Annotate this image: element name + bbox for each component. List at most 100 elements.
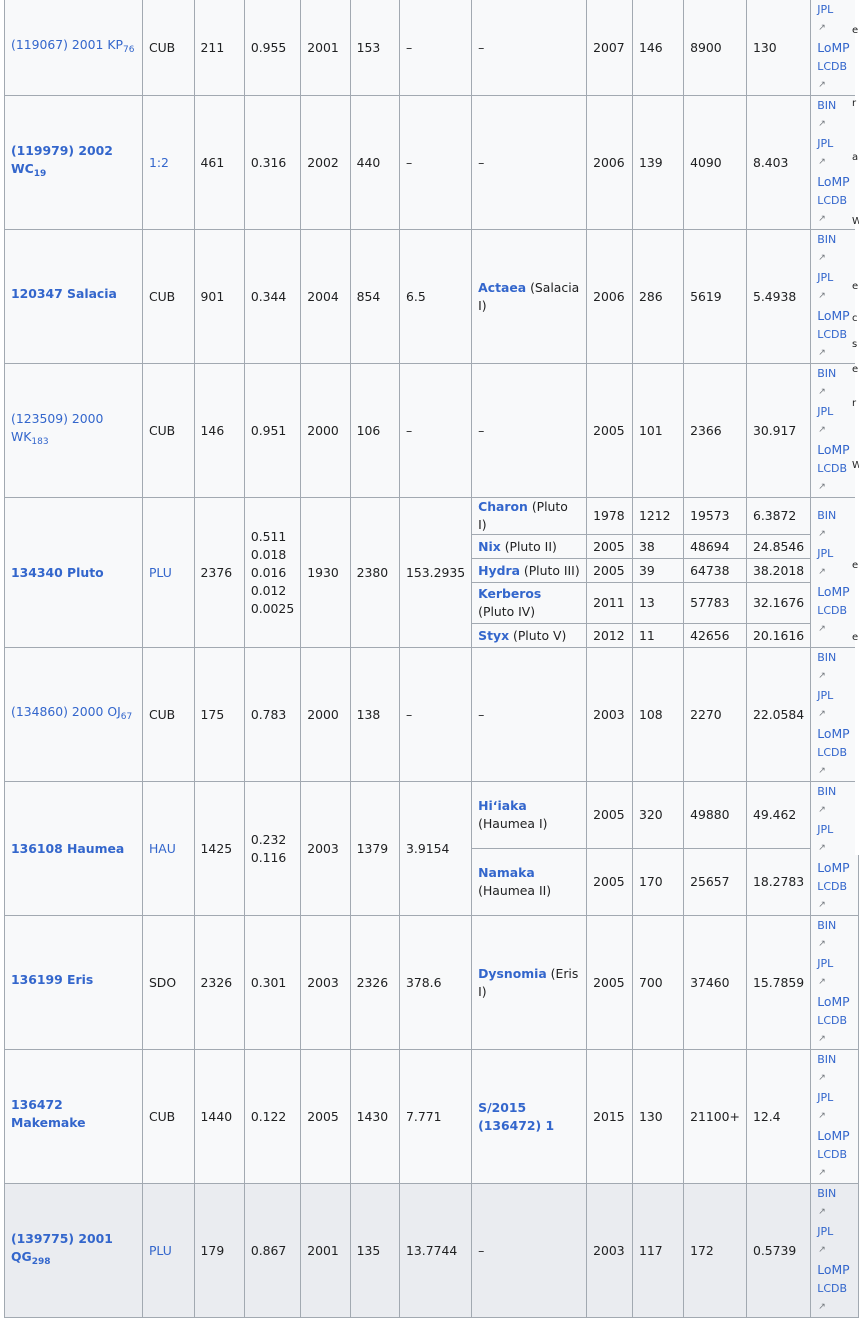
external-link[interactable]: LoMP (817, 306, 852, 325)
moon-year-cell: 2012 (586, 623, 633, 648)
mass-cell: 153.2935 (399, 497, 473, 648)
moon-name-link[interactable]: Kerberos (478, 586, 541, 601)
ext-link-row: BIN ↗ (817, 1185, 852, 1223)
moon-name-link[interactable]: Hydra (478, 563, 520, 578)
diameter-cell: 211 (193, 0, 245, 96)
mass-cell-text: 378.6 (406, 974, 442, 990)
object-name-link[interactable]: 136108 Haumea (11, 841, 124, 856)
external-link[interactable]: LCDB (817, 1145, 852, 1164)
object-name-cell: (139775) 2001 QG298 (4, 1183, 143, 1318)
external-link-label: LCDB (817, 746, 848, 759)
external-link[interactable]: LCDB (817, 459, 852, 478)
diameter-alt-cell: 138 (349, 647, 401, 782)
diameter-alt-cell: 1379 (349, 781, 401, 916)
moon-name-cell: – (471, 95, 588, 230)
external-link-icon: ↗ (818, 843, 826, 853)
object-name-text: 136199 Eris (11, 972, 94, 987)
object-name-link[interactable]: (139775) 2001 QG298 (11, 1231, 113, 1267)
object-name-link[interactable]: 136199 Eris (11, 972, 93, 987)
object-name-link[interactable]: (119067) 2001 KP76 (11, 37, 134, 55)
external-link[interactable]: LoMP (817, 440, 852, 459)
external-link[interactable]: JPL (817, 820, 852, 839)
albedo-cell: 0.232 0.116 (243, 781, 302, 916)
external-link[interactable]: JPL (817, 402, 852, 421)
external-link[interactable]: LoMP (817, 724, 852, 743)
class-cell: CUB (141, 647, 195, 782)
external-link[interactable]: JPL (817, 1222, 852, 1241)
moon-sma-cell: 8900 (683, 0, 747, 96)
object-name-link[interactable]: 120347 Salacia (11, 286, 117, 301)
object-name-link[interactable]: (119979) 2002 WC19 (11, 143, 113, 179)
external-link[interactable]: JPL (817, 544, 852, 563)
moon-name-link[interactable]: Dysnomia (478, 966, 547, 981)
external-link[interactable]: LoMP (817, 38, 852, 57)
object-name-cell: 136472 Makemake (4, 1049, 143, 1184)
object-name-link[interactable]: 136472 Makemake (11, 1097, 86, 1130)
external-link[interactable]: LoMP (817, 172, 852, 191)
moon-name-link[interactable]: Namaka (478, 865, 535, 880)
external-link[interactable]: BIN (817, 1051, 852, 1070)
external-link[interactable]: BIN (817, 917, 852, 936)
object-name-link[interactable]: 134340 Pluto (11, 565, 104, 580)
external-link[interactable]: LCDB (817, 1279, 852, 1298)
clipped-letter: a (852, 152, 859, 163)
external-link[interactable]: JPL (817, 1088, 852, 1107)
external-link[interactable]: BIN (817, 1185, 852, 1204)
moon-sma-cell: 64738 (683, 558, 747, 583)
moon-name-link[interactable]: Actaea (478, 280, 526, 295)
albedo-value: 0.0025 (250, 600, 295, 616)
external-link[interactable]: BIN (817, 783, 852, 802)
dynamical-class[interactable]: PLU (149, 565, 172, 580)
moon-name-cell: Nix (Pluto II) (471, 534, 588, 559)
moon-diameter-cell-text: 108 (638, 706, 663, 722)
external-link-label: JPL (817, 689, 834, 702)
external-link-label: JPL (817, 823, 834, 836)
external-link[interactable]: LCDB (817, 877, 852, 896)
external-link[interactable]: LCDB (817, 601, 852, 620)
moon-name-link[interactable]: S/2015 (136472) 1 (478, 1100, 554, 1133)
diameter-alt-cell-text: 2380 (356, 564, 389, 580)
external-link[interactable]: LoMP (817, 992, 852, 1011)
external-link[interactable]: BIN (817, 97, 852, 116)
external-link[interactable]: LoMP (817, 1260, 852, 1279)
dynamical-class[interactable]: 1:2 (149, 155, 169, 170)
external-link-icon: ↗ (818, 1168, 826, 1178)
external-link-icon: ↗ (818, 80, 826, 90)
object-name-link[interactable]: (134860) 2000 OJ67 (11, 704, 132, 722)
moon-sma-cell: 48694 (683, 534, 747, 559)
external-link[interactable]: BIN (817, 231, 852, 250)
moon-name: S/2015 (136472) 1 (478, 1099, 555, 1133)
moon-sma-cell: 37460 (683, 915, 747, 1050)
moon-diameter-cell-text: 130 (638, 1108, 663, 1124)
external-link[interactable]: JPL (817, 1, 852, 20)
external-link[interactable]: BIN (817, 649, 852, 668)
external-link[interactable]: LCDB (817, 1011, 852, 1030)
moon-name-link[interactable]: Styx (478, 628, 509, 643)
external-link[interactable]: BIN (817, 365, 852, 384)
external-link[interactable]: JPL (817, 134, 852, 153)
dynamical-class[interactable]: PLU (149, 1243, 172, 1258)
external-link[interactable]: JPL (817, 954, 852, 973)
external-link[interactable]: LCDB (817, 325, 852, 344)
external-link[interactable]: LoMP (817, 1126, 852, 1145)
external-link[interactable]: JPL (817, 686, 852, 705)
object-name-link[interactable]: (123509) 2000 WK183 (11, 411, 103, 447)
external-link[interactable]: JPL (817, 268, 852, 287)
moon-name-link[interactable]: Hiʻiaka (478, 798, 527, 813)
external-link[interactable]: LCDB (817, 743, 852, 762)
moon-name-link[interactable]: Charon (478, 499, 528, 514)
moon-diameter-cell: 13 (631, 582, 685, 624)
external-link[interactable]: LCDB (817, 57, 852, 76)
moon-name-link[interactable]: Nix (478, 539, 501, 554)
external-link[interactable]: LoMP (817, 858, 852, 877)
albedo-value: 0.018 (250, 546, 287, 562)
object-name-cell: 136199 Eris (4, 915, 143, 1050)
object-name-text: 120347 Salacia (11, 286, 117, 301)
diameter-cell: 146 (193, 363, 245, 498)
moon-name: Dysnomia (478, 965, 547, 981)
diameter-cell: 2376 (193, 497, 245, 648)
external-link[interactable]: LCDB (817, 191, 852, 210)
external-link[interactable]: LoMP (817, 582, 852, 601)
dynamical-class[interactable]: HAU (149, 841, 176, 856)
external-link[interactable]: BIN (817, 506, 852, 525)
